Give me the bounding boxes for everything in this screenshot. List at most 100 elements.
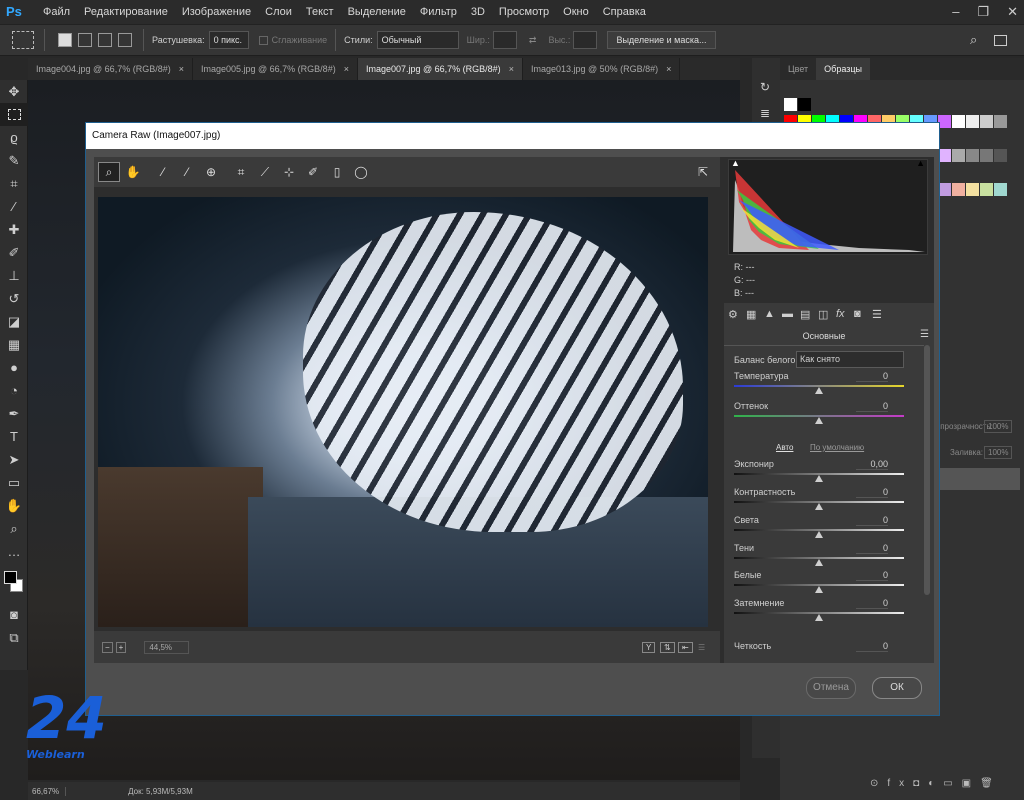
default-link[interactable]: По умолчанию xyxy=(810,443,864,452)
intersect-selection-icon[interactable] xyxy=(118,33,132,47)
swap-before-after-icon[interactable]: ⇅ xyxy=(660,641,675,653)
swatch[interactable] xyxy=(994,183,1007,196)
menu-file[interactable]: Файл xyxy=(36,0,77,24)
swatch[interactable] xyxy=(966,115,979,128)
slider-thumb[interactable] xyxy=(815,559,823,566)
close-tab-icon[interactable]: × xyxy=(344,64,349,74)
zoom-icon[interactable]: ⌕ xyxy=(0,517,28,540)
swatch[interactable] xyxy=(980,149,993,162)
slider-thumb[interactable] xyxy=(815,586,823,593)
slider-value[interactable]: 0 xyxy=(856,371,888,382)
eyedropper-icon[interactable]: ⁄ xyxy=(0,195,28,218)
marquee-preset-icon[interactable] xyxy=(12,31,34,49)
menu-window[interactable]: Окно xyxy=(556,0,596,24)
slider-thumb[interactable] xyxy=(815,531,823,538)
crop-icon[interactable]: ⌗ xyxy=(0,172,28,195)
radial-filter-icon[interactable]: ◯ xyxy=(350,162,372,182)
tone-curve-tab-icon[interactable]: ▦ xyxy=(746,308,764,321)
tiger-photo-preview[interactable] xyxy=(98,197,708,627)
menu-help[interactable]: Справка xyxy=(596,0,653,24)
dodge-icon[interactable]: ◔ xyxy=(0,379,28,402)
menu-layers[interactable]: Слои xyxy=(258,0,299,24)
quick-select-icon[interactable]: ✎ xyxy=(0,149,28,172)
pen-icon[interactable]: ✒ xyxy=(0,402,28,425)
menu-edit[interactable]: Редактирование xyxy=(77,0,175,24)
marquee-icon[interactable] xyxy=(0,103,28,126)
panel-scrollbar[interactable] xyxy=(924,345,930,595)
menu-view[interactable]: Просмотр xyxy=(492,0,556,24)
straighten-icon[interactable]: ⟋ xyxy=(254,162,276,182)
tab-swatches[interactable]: Образцы xyxy=(816,58,870,80)
type-icon[interactable]: T xyxy=(0,425,28,448)
zoom-out-icon[interactable]: − xyxy=(102,641,113,653)
slider-value[interactable]: 0,00 xyxy=(856,459,888,470)
opacity-value[interactable]: 100% xyxy=(984,420,1013,433)
height-input[interactable] xyxy=(573,31,598,49)
menu-3d[interactable]: 3D xyxy=(464,0,492,24)
slider-value[interactable]: 0 xyxy=(856,641,888,652)
swatch[interactable] xyxy=(798,98,811,111)
adjust-brush-icon[interactable]: ✐ xyxy=(302,162,324,182)
workspace-icon[interactable] xyxy=(994,34,1007,46)
slider-value[interactable]: 0 xyxy=(856,543,888,554)
swatch[interactable] xyxy=(952,149,965,162)
antialias-checkbox[interactable] xyxy=(258,35,268,45)
slider-value[interactable]: 0 xyxy=(856,401,888,412)
spot-removal-icon[interactable]: ⊹ xyxy=(278,162,300,182)
quick-mask-icon[interactable]: ◙ xyxy=(0,603,28,626)
search-icon[interactable]: ⌕ xyxy=(970,32,977,48)
tab-image013[interactable]: Image013.jpg @ 50% (RGB/8#) × xyxy=(523,58,681,80)
path-select-icon[interactable]: ➤ xyxy=(0,448,28,471)
auto-link[interactable]: Авто xyxy=(776,443,793,452)
color-swatches[interactable] xyxy=(0,563,28,603)
lasso-icon[interactable]: ϱ xyxy=(0,126,28,149)
white-balance-icon[interactable]: ⁄ xyxy=(152,162,174,182)
crop-tool-icon[interactable]: ⌗ xyxy=(230,162,252,182)
menu-select[interactable]: Выделение xyxy=(341,0,413,24)
swatch[interactable] xyxy=(994,115,1007,128)
history-icon[interactable]: ↻ xyxy=(760,80,780,94)
move-icon[interactable]: ✥ xyxy=(0,80,28,103)
tab-image007[interactable]: Image007.jpg @ 66,7% (RGB/8#) × xyxy=(357,58,523,80)
brush-icon[interactable]: ✐ xyxy=(0,241,28,264)
history-brush-icon[interactable]: ↺ xyxy=(0,287,28,310)
swatch[interactable] xyxy=(952,183,965,196)
open-preferences-icon[interactable]: ⇱ xyxy=(692,162,714,182)
swatch[interactable] xyxy=(980,183,993,196)
more-tools-icon[interactable]: … xyxy=(0,540,28,563)
menu-image[interactable]: Изображение xyxy=(175,0,258,24)
cancel-button[interactable]: Отмена xyxy=(806,677,856,699)
highlight-clip-icon[interactable]: ▲ xyxy=(916,158,925,168)
detail-tab-icon[interactable]: ▲ xyxy=(764,308,782,320)
screen-mode-icon[interactable]: ⧉ xyxy=(0,626,28,649)
ok-button[interactable]: ОК xyxy=(872,677,922,699)
swatch[interactable] xyxy=(994,149,1007,162)
slider-thumb[interactable] xyxy=(815,387,823,394)
hand-icon[interactable]: ✋ xyxy=(0,494,28,517)
tab-image004[interactable]: Image004.jpg @ 66,7% (RGB/8#) × xyxy=(28,58,193,80)
slider-thumb[interactable] xyxy=(815,475,823,482)
swatch[interactable] xyxy=(784,98,797,111)
new-selection-icon[interactable] xyxy=(58,33,72,47)
before-after-icon[interactable]: Y xyxy=(642,641,656,653)
wb-select[interactable]: Как снято xyxy=(796,351,904,368)
tab-color[interactable]: Цвет xyxy=(780,58,816,80)
select-mask-button[interactable]: Выделение и маска... xyxy=(607,31,716,49)
feather-input[interactable]: 0 пикс. xyxy=(208,31,249,49)
close-tab-icon[interactable]: × xyxy=(666,64,671,74)
healing-icon[interactable]: ✚ xyxy=(0,218,28,241)
close-tab-icon[interactable]: × xyxy=(179,64,184,74)
fx-tab-icon[interactable]: fx xyxy=(836,308,854,320)
swatch[interactable] xyxy=(966,183,979,196)
width-input[interactable] xyxy=(492,31,517,49)
minimize-icon[interactable]: – xyxy=(952,0,959,24)
maximize-icon[interactable]: ❐ xyxy=(977,0,989,24)
close-icon[interactable]: ✕ xyxy=(1007,0,1018,24)
graduated-filter-icon[interactable]: ▯ xyxy=(326,162,348,182)
panel-menu-icon[interactable]: ☰ xyxy=(920,329,929,340)
zoom-tool-icon[interactable]: ⌕ xyxy=(98,162,120,182)
slider-value[interactable]: 0 xyxy=(856,598,888,609)
tab-image005[interactable]: Image005.jpg @ 66,7% (RGB/8#) × xyxy=(193,58,358,80)
swatch[interactable] xyxy=(952,115,965,128)
hand-tool-icon[interactable]: ✋ xyxy=(122,162,144,182)
